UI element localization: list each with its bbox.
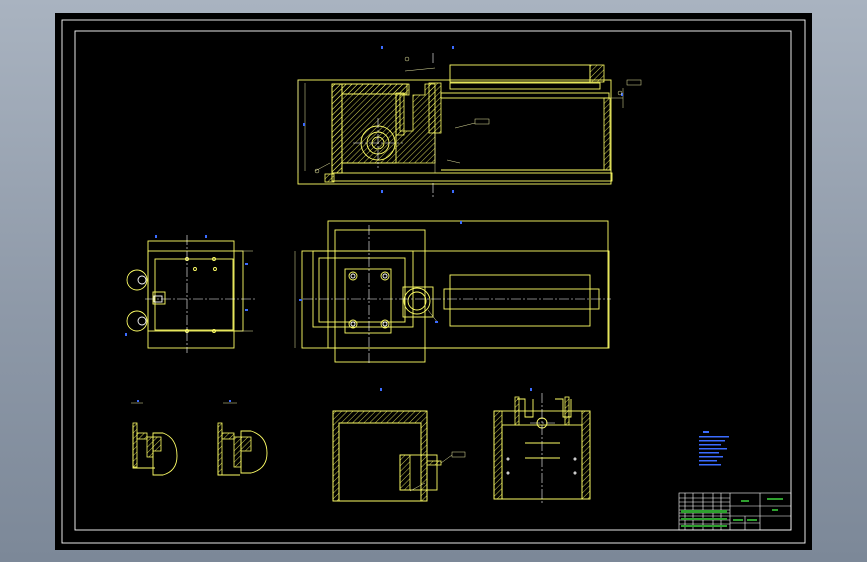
top-view: [294, 220, 611, 365]
detail-view-b: [217, 400, 268, 476]
front-section-view: [297, 46, 642, 198]
side-view: [125, 235, 255, 353]
end-section-view: [493, 388, 591, 503]
title-block: [678, 492, 792, 531]
drawing-canvas: [61, 19, 806, 544]
base-section-view: [332, 388, 466, 502]
technical-notes: [699, 431, 729, 466]
cad-drawing-viewport[interactable]: [55, 13, 812, 550]
detail-view-a: [131, 400, 178, 476]
